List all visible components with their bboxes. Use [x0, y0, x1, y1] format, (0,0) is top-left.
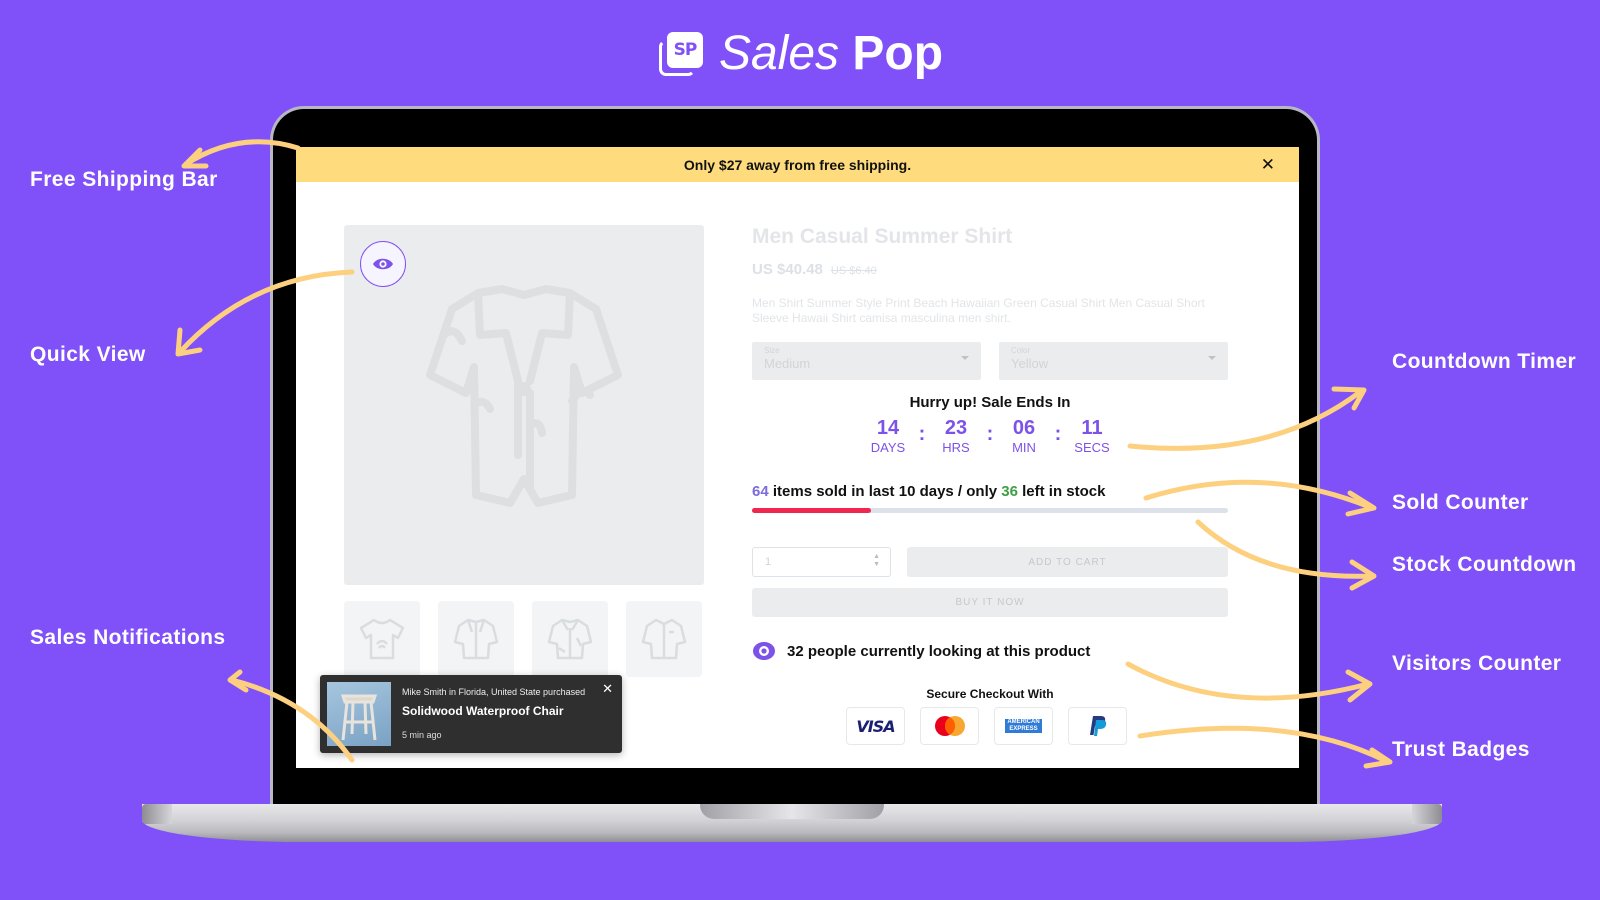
amex-badge: AMERICAN EXPRESS	[994, 707, 1053, 745]
printed-shirt-icon	[547, 618, 593, 660]
visitors-text: 32 people currently looking at this prod…	[787, 642, 1091, 660]
countdown-hours: 23 HRS	[942, 417, 970, 455]
notification-product-image	[327, 682, 391, 746]
brand-name: Sales Pop	[719, 30, 943, 78]
trust-badges: VISA AMERICAN EXPRESS	[846, 707, 1127, 745]
mastercard-icon	[934, 716, 965, 736]
eye-icon	[753, 642, 775, 660]
visa-badge: VISA	[846, 707, 905, 745]
chevron-down-icon	[1208, 356, 1216, 360]
callout-sales-notifications: Sales Notifications	[30, 626, 226, 649]
thumbnail-hawaiian-shirt[interactable]	[438, 601, 514, 677]
color-label: Color	[1011, 346, 1031, 355]
thumbnail-list	[344, 601, 702, 677]
laptop-notch	[700, 804, 884, 819]
callout-visitors-counter: Visitors Counter	[1392, 652, 1562, 675]
product-main-image[interactable]	[344, 225, 704, 585]
quick-view-button[interactable]	[360, 241, 406, 287]
countdown-timer: 14 DAYS : 23 HRS : 06 MIN : 11 SECS	[752, 417, 1228, 457]
countdown-separator: :	[1054, 423, 1062, 445]
notification-time: 5 min ago	[402, 730, 442, 740]
countdown-days: 14 DAYS	[870, 417, 906, 455]
size-value: Medium	[764, 356, 811, 371]
stock-left-count: 36	[1001, 483, 1018, 500]
sales-notification[interactable]: Mike Smith in Florida, United State purc…	[320, 675, 622, 753]
callout-free-shipping: Free Shipping Bar	[30, 168, 218, 191]
brand-name-light: Sales	[718, 27, 840, 80]
stock-progress-bar	[752, 508, 1228, 513]
free-shipping-bar: Only $27 away from free shipping. ✕	[296, 147, 1299, 182]
t-shirt-icon	[359, 618, 405, 660]
product-title: Men Casual Summer Shirt	[752, 225, 1013, 248]
countdown-title: Hurry up! Sale Ends In	[909, 394, 1071, 411]
callout-sold-counter: Sold Counter	[1392, 491, 1529, 514]
countdown-separator: :	[986, 423, 994, 445]
brand-name-bold: Pop	[852, 27, 944, 80]
quantity-value: 1	[765, 556, 772, 568]
product-price: US $40.48	[752, 261, 823, 278]
size-select[interactable]: Size Medium	[752, 342, 981, 380]
brand-logo: SP Sales Pop	[0, 30, 1600, 78]
close-icon[interactable]: ✕	[602, 682, 613, 697]
callout-quick-view: Quick View	[30, 343, 146, 366]
visitors-counter: 32 people currently looking at this prod…	[752, 641, 1090, 661]
countdown-minutes: 06 MIN	[1012, 417, 1036, 455]
close-icon[interactable]: ✕	[1261, 155, 1275, 175]
color-value: Yellow	[1011, 356, 1049, 371]
shirt-image-icon	[426, 285, 622, 507]
paypal-badge	[1068, 707, 1127, 745]
product-old-price: US $6.40	[830, 265, 877, 277]
buy-now-button[interactable]: BUY IT NOW	[752, 588, 1228, 617]
mastercard-badge	[920, 707, 979, 745]
notification-product: Solidwood Waterproof Chair	[402, 704, 564, 718]
plain-shirt-icon	[641, 618, 687, 660]
logo-mark-icon: SP	[657, 30, 705, 78]
callout-countdown-timer: Countdown Timer	[1392, 350, 1577, 373]
free-shipping-message: Only $27 away from free shipping.	[683, 156, 912, 173]
eye-icon	[373, 258, 393, 270]
stool-icon	[340, 694, 378, 741]
add-to-cart-button[interactable]: ADD TO CART	[907, 547, 1228, 577]
stepper-arrows-icon[interactable]: ▲ ▼	[873, 553, 880, 569]
amex-icon: AMERICAN EXPRESS	[1005, 719, 1042, 733]
secure-checkout-title: Secure Checkout With	[926, 687, 1054, 701]
thumbnail-t-shirt[interactable]	[344, 601, 420, 677]
thumbnail-plain-shirt[interactable]	[626, 601, 702, 677]
thumbnail-printed-shirt[interactable]	[532, 601, 608, 677]
chevron-down-icon	[961, 356, 969, 360]
price-row: US $40.48 US $6.40	[752, 261, 1228, 278]
sold-counter: 64 items sold in last 10 days / only 36 …	[752, 483, 1106, 500]
notification-buyer: Mike Smith in Florida, United State purc…	[402, 687, 586, 697]
callout-trust-badges: Trust Badges	[1392, 738, 1530, 761]
quantity-stepper[interactable]: 1 ▲ ▼	[752, 547, 891, 577]
product-info: Men Casual Summer Shirt US $40.48 US $6.…	[752, 225, 1228, 745]
product-description: Men Shirt Summer Style Print Beach Hawai…	[752, 296, 1205, 325]
stock-progress-fill	[752, 508, 871, 513]
hawaiian-shirt-icon	[453, 618, 499, 660]
callout-stock-countdown: Stock Countdown	[1392, 553, 1577, 576]
paypal-icon	[1089, 716, 1106, 736]
size-label: Size	[764, 346, 780, 355]
variant-selects: Size Medium Color Yellow	[752, 342, 1228, 380]
sold-count: 64	[752, 483, 769, 500]
color-select[interactable]: Color Yellow	[999, 342, 1228, 380]
visa-icon: VISA	[856, 716, 895, 736]
countdown-separator: :	[918, 423, 926, 445]
countdown-seconds: 11 SECS	[1074, 417, 1110, 455]
store-screen: Only $27 away from free shipping. ✕ Men …	[296, 147, 1299, 768]
